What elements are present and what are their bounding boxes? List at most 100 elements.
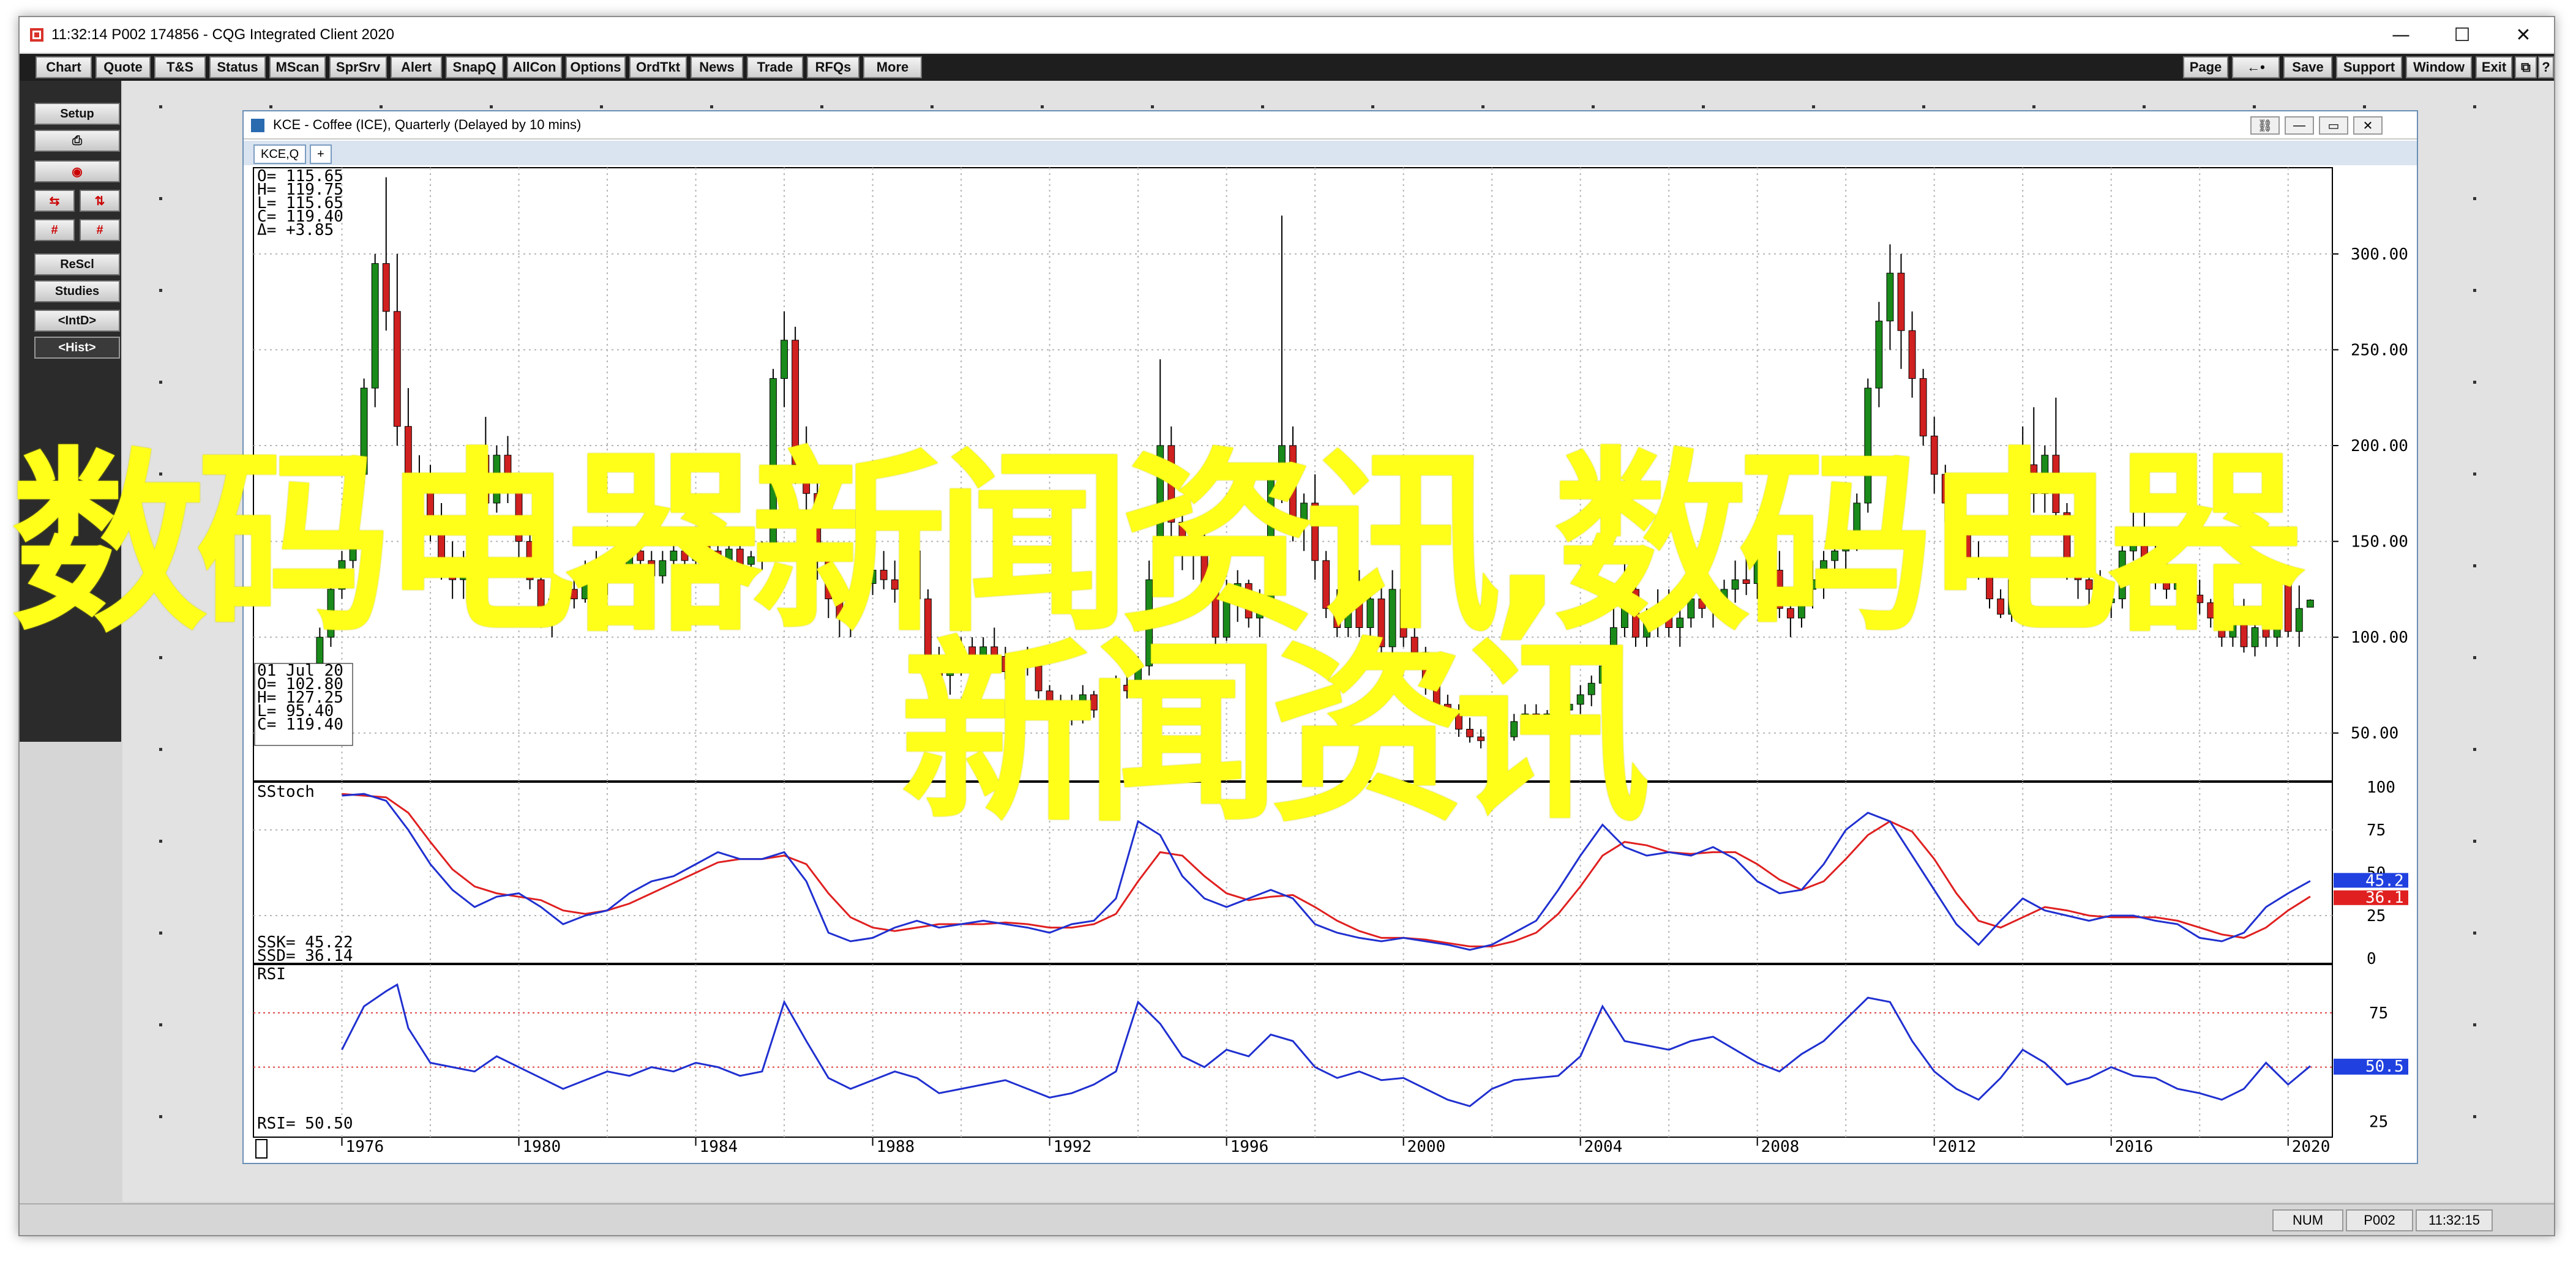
zoom-in-button[interactable]: #	[34, 219, 75, 241]
workspace-grid-dot	[159, 289, 162, 292]
scroll-left-button[interactable]: ⇆	[34, 190, 75, 212]
menu-page[interactable]: Page	[2183, 56, 2228, 78]
intraday-button[interactable]: <IntD>	[34, 310, 120, 332]
menu-window[interactable]: Window	[2406, 56, 2472, 78]
help-icon[interactable]: ?	[2538, 56, 2554, 78]
workspace-grid-dot	[2032, 105, 2035, 108]
menu-support[interactable]: Support	[2336, 56, 2402, 78]
cursor-button[interactable]: ◉	[34, 160, 120, 182]
maximize-button[interactable]: ☐	[2432, 17, 2493, 53]
menu-mscan[interactable]: MScan	[269, 56, 326, 78]
workspace-grid-dot	[1481, 105, 1485, 108]
menu-exit[interactable]: Exit	[2476, 56, 2512, 78]
rsi-axis-label: 25	[2369, 1113, 2388, 1131]
add-tab-button[interactable]: +	[310, 144, 332, 164]
ssd-badge-label: 36.1	[2365, 889, 2404, 907]
chart-window-title-bar[interactable]: KCE - Coffee (ICE), Quarterly (Delayed b…	[244, 111, 2417, 140]
rescale-button[interactable]: ReScl	[34, 253, 120, 275]
rsi-panel	[253, 964, 2333, 1138]
title-bar: 11:32:14 P002 174856 - CQG Integrated Cl…	[20, 17, 2554, 53]
candle-body	[2295, 608, 2303, 632]
year-axis-label: 1992	[1054, 1138, 1092, 1156]
workspace-grid-dot	[2473, 656, 2476, 659]
menu-options[interactable]: Options	[566, 56, 626, 78]
candle-body	[1919, 378, 1927, 436]
workspace-grid-dot	[2473, 932, 2476, 935]
year-axis-label: 1988	[877, 1138, 915, 1156]
maximize-chart-button[interactable]: ▭	[2319, 116, 2348, 135]
menu-ordtkt[interactable]: OrdTkt	[629, 56, 687, 78]
ssk-badge-label: 45.2	[2365, 872, 2404, 890]
workspace-grid-dot	[2473, 748, 2476, 751]
price-axis-label: 300.00	[2351, 245, 2408, 264]
price-axis-label: 250.00	[2351, 341, 2408, 359]
cursor-icon: ◉	[72, 165, 83, 179]
menu-quote[interactable]: Quote	[95, 56, 151, 78]
candle-body	[371, 263, 379, 389]
ssd-readout: SSD= 36.14	[257, 947, 353, 965]
workspace-grid-dot	[2473, 564, 2476, 567]
close-chart-button[interactable]: ✕	[2353, 116, 2383, 135]
status-bar: NUM P002 11:32:15	[20, 1203, 2554, 1235]
zoom-out-button[interactable]: #	[80, 219, 120, 241]
menu-trade[interactable]: Trade	[747, 56, 803, 78]
historical-button[interactable]: <Hist>	[34, 337, 120, 359]
workspace-grid-dot	[1371, 105, 1374, 108]
minimize-button[interactable]: —	[2370, 17, 2432, 53]
menu-snapq[interactable]: SnapQ	[446, 56, 503, 78]
print-button[interactable]: ⎙	[34, 130, 120, 152]
workspace-grid-dot	[269, 105, 272, 108]
restore-icon[interactable]: ⧉	[2515, 56, 2537, 78]
menu-save[interactable]: Save	[2283, 56, 2332, 78]
workspace-grid-dot	[2473, 381, 2476, 384]
year-axis-label: 2004	[1584, 1138, 1623, 1156]
workspace-grid-dot	[600, 105, 603, 108]
menu-ts[interactable]: T&S	[154, 56, 206, 78]
arrows-icon: ⇆	[49, 194, 60, 208]
sstoch-axis-label: 100	[2367, 778, 2395, 797]
window-title: 11:32:14 P002 174856 - CQG Integrated Cl…	[51, 26, 394, 43]
studies-button[interactable]: Studies	[34, 280, 120, 302]
menu-chart[interactable]: Chart	[36, 56, 92, 78]
candle-body	[2306, 599, 2314, 608]
price-axis-label: 150.00	[2351, 533, 2408, 551]
rsi-axis-label: 75	[2369, 1004, 2388, 1023]
workspace-grid-dot	[2473, 289, 2476, 292]
year-axis-label: 1996	[1230, 1138, 1269, 1156]
grid-icon: #	[96, 223, 103, 237]
candle-body	[1875, 321, 1883, 389]
sstoch-axis-label: 25	[2367, 907, 2386, 925]
menu-allcon[interactable]: AllCon	[507, 56, 562, 78]
candle-body	[781, 340, 788, 379]
menu-news[interactable]: News	[691, 56, 743, 78]
printer-icon: ⎙	[72, 133, 82, 147]
minimize-chart-button[interactable]: —	[2285, 116, 2314, 135]
candle-body	[382, 263, 390, 312]
workspace-grid-dot	[2473, 1023, 2476, 1026]
workspace-grid-dot	[380, 105, 383, 108]
setup-button[interactable]: Setup	[34, 103, 120, 125]
menu-more[interactable]: More	[863, 56, 922, 78]
sstoch-label: SStoch	[257, 783, 315, 801]
menu-status[interactable]: Status	[209, 56, 266, 78]
price-axis-label: 200.00	[2351, 437, 2408, 455]
tab-kce-q[interactable]: KCE,Q	[253, 144, 307, 164]
workspace-grid-dot	[2473, 840, 2476, 843]
year-axis-label: 1976	[346, 1138, 384, 1156]
scroll-right-button[interactable]: ⇅	[80, 190, 120, 212]
workspace-grid-dot	[490, 105, 493, 108]
rsi-label: RSI	[257, 965, 286, 984]
workspace-grid-dot	[820, 105, 823, 108]
close-button[interactable]: ✕	[2493, 17, 2554, 53]
menu-alert[interactable]: Alert	[391, 56, 442, 78]
workspace-grid-dot	[159, 840, 162, 843]
menu-rfqs[interactable]: RFQs	[807, 56, 859, 78]
workspace-grid-dot	[2473, 472, 2476, 476]
menu-back[interactable]: ←•	[2232, 56, 2280, 78]
link-icon[interactable]: ⛓	[2250, 116, 2280, 135]
arrows-icon: ⇅	[94, 194, 105, 208]
menu-sprsrv[interactable]: SprSrv	[329, 56, 387, 78]
workspace-grid-dot	[2143, 105, 2146, 108]
chart-window-title: KCE - Coffee (ICE), Quarterly (Delayed b…	[273, 117, 582, 132]
sstoch-axis-label: 75	[2367, 821, 2386, 840]
